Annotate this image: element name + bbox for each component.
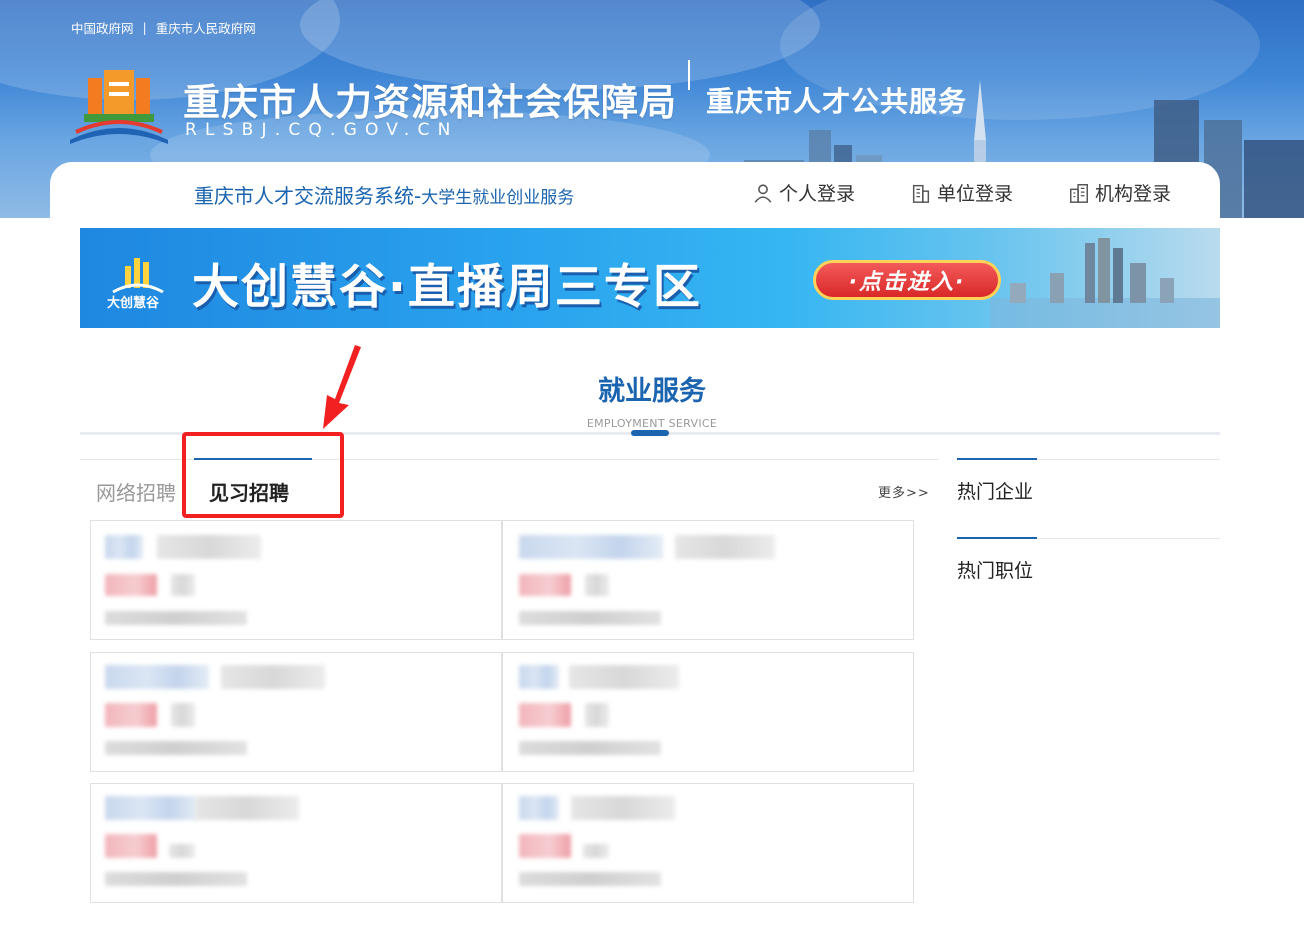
site-title[interactable]: 重庆市人力资源和社会保障局	[183, 72, 677, 126]
company-login-label: 单位登录	[937, 183, 1014, 205]
banner-enter-button[interactable]: ·点击进入·	[813, 260, 1001, 300]
more-link[interactable]: 更多>>	[878, 482, 930, 501]
system-title-sub: 大学生就业创业服务	[421, 188, 575, 208]
job-card[interactable]	[90, 652, 502, 772]
banner-city-illustration	[990, 238, 1220, 328]
sidebar-accent-bar	[957, 458, 1037, 460]
site-header: 中国政府网 | 重庆市人民政府网 重庆市人力资源和社会保障局 RLSBJ.CQ.…	[0, 0, 1304, 218]
job-card[interactable]	[90, 783, 502, 903]
hot-positions-title[interactable]: 热门职位	[957, 556, 1033, 583]
personal-login-label: 个人登录	[779, 183, 856, 205]
annotation-highlight-box	[182, 432, 344, 518]
institution-icon	[1070, 183, 1088, 203]
top-links: 中国政府网 | 重庆市人民政府网	[71, 18, 256, 37]
site-domain: RLSBJ.CQ.GOV.CN	[185, 120, 459, 140]
building-icon	[912, 184, 930, 203]
hot-companies-title[interactable]: 热门企业	[957, 477, 1033, 504]
sidebar-accent-bar	[957, 537, 1037, 539]
user-icon	[754, 183, 772, 203]
link-gov-cn[interactable]: 中国政府网	[71, 18, 134, 37]
main-navbar: 重庆市人才交流服务系统-大学生就业创业服务 个人登录 单位登录 机构登录	[50, 162, 1220, 218]
system-title[interactable]: 重庆市人才交流服务系统-大学生就业创业服务	[194, 180, 574, 209]
banner-title: 大创慧谷·直播周三专区	[192, 260, 702, 315]
job-card[interactable]	[502, 520, 914, 640]
tab-online-recruitment[interactable]: 网络招聘	[96, 477, 176, 506]
annotation-arrow-icon	[323, 345, 361, 429]
personal-login-button[interactable]: 个人登录	[752, 179, 855, 206]
link-cq-gov[interactable]: 重庆市人民政府网	[156, 18, 256, 37]
company-login-button[interactable]: 单位登录	[910, 179, 1013, 206]
job-card[interactable]	[502, 652, 914, 772]
promo-banner[interactable]: 大创慧谷 大创慧谷·直播周三专区 ·点击进入·	[80, 228, 1220, 328]
section-subtitle: EMPLOYMENT SERVICE	[586, 417, 718, 430]
top-links-separator: |	[142, 20, 147, 35]
logo-emblem-icon[interactable]	[66, 66, 172, 146]
system-title-main: 重庆市人才交流服务系统-	[194, 184, 422, 208]
job-card[interactable]	[90, 520, 502, 640]
institution-login-button[interactable]: 机构登录	[1068, 179, 1171, 206]
job-card[interactable]	[502, 783, 914, 903]
banner-logo-text: 大创慧谷	[107, 296, 160, 311]
section-accent-bar	[631, 430, 669, 436]
institution-login-label: 机构登录	[1095, 183, 1172, 205]
section-title: 就业服务	[598, 376, 706, 407]
